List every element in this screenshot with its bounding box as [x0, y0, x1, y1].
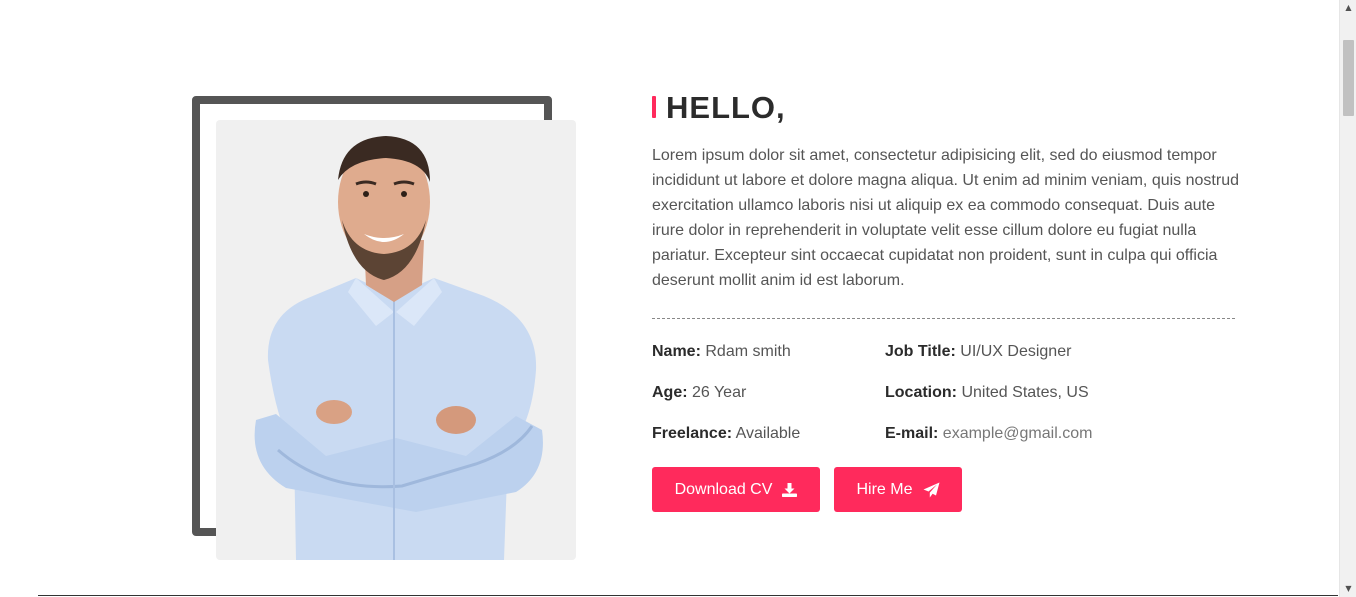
download-cv-label: Download CV	[674, 480, 773, 498]
hire-me-button[interactable]: Hire Me	[834, 467, 962, 512]
scroll-down-icon[interactable]: ▼	[1340, 581, 1356, 597]
page-scrollbar[interactable]: ▲ ▼	[1339, 0, 1356, 597]
info-age-value: 26 Year	[692, 384, 747, 401]
about-section: HELLO, Lorem ipsum dolor sit amet, conse…	[0, 0, 1356, 597]
info-location-label: Location:	[885, 384, 957, 401]
info-name: Name: Rdam smith	[652, 342, 791, 362]
info-freelance-value: Available	[735, 425, 801, 442]
heading-accent-bar	[652, 96, 656, 118]
section-bottom-rule	[38, 595, 1338, 596]
info-location-value: United States, US	[961, 384, 1089, 401]
person-illustration	[254, 136, 543, 560]
info-name-value: Rdam smith	[705, 343, 791, 360]
download-cv-button[interactable]: Download CV	[652, 467, 820, 512]
info-freelance: Freelance: Available	[652, 424, 800, 444]
info-email: E-mail: example@gmail.com	[885, 424, 1092, 444]
info-job-label: Job Title:	[885, 343, 956, 360]
info-location: Location: United States, US	[885, 383, 1089, 403]
about-heading: HELLO,	[666, 90, 786, 125]
about-bio: Lorem ipsum dolor sit amet, consectetur …	[652, 147, 1239, 289]
scroll-thumb[interactable]	[1343, 40, 1354, 116]
hire-me-label: Hire Me	[856, 480, 913, 498]
info-age-label: Age:	[652, 384, 688, 401]
info-name-label: Name:	[652, 343, 701, 360]
download-icon	[782, 482, 798, 497]
info-freelance-label: Freelance:	[652, 425, 733, 442]
info-age: Age: 26 Year	[652, 383, 746, 403]
dashed-divider	[652, 318, 1235, 319]
info-email-label: E-mail:	[885, 425, 939, 442]
scroll-up-icon[interactable]: ▲	[1340, 0, 1356, 16]
info-job-value: UI/UX Designer	[960, 343, 1072, 360]
profile-photo	[216, 120, 576, 560]
info-job-title: Job Title: UI/UX Designer	[885, 342, 1071, 362]
paper-plane-icon	[923, 482, 939, 497]
info-email-link[interactable]: example@gmail.com	[943, 425, 1093, 442]
